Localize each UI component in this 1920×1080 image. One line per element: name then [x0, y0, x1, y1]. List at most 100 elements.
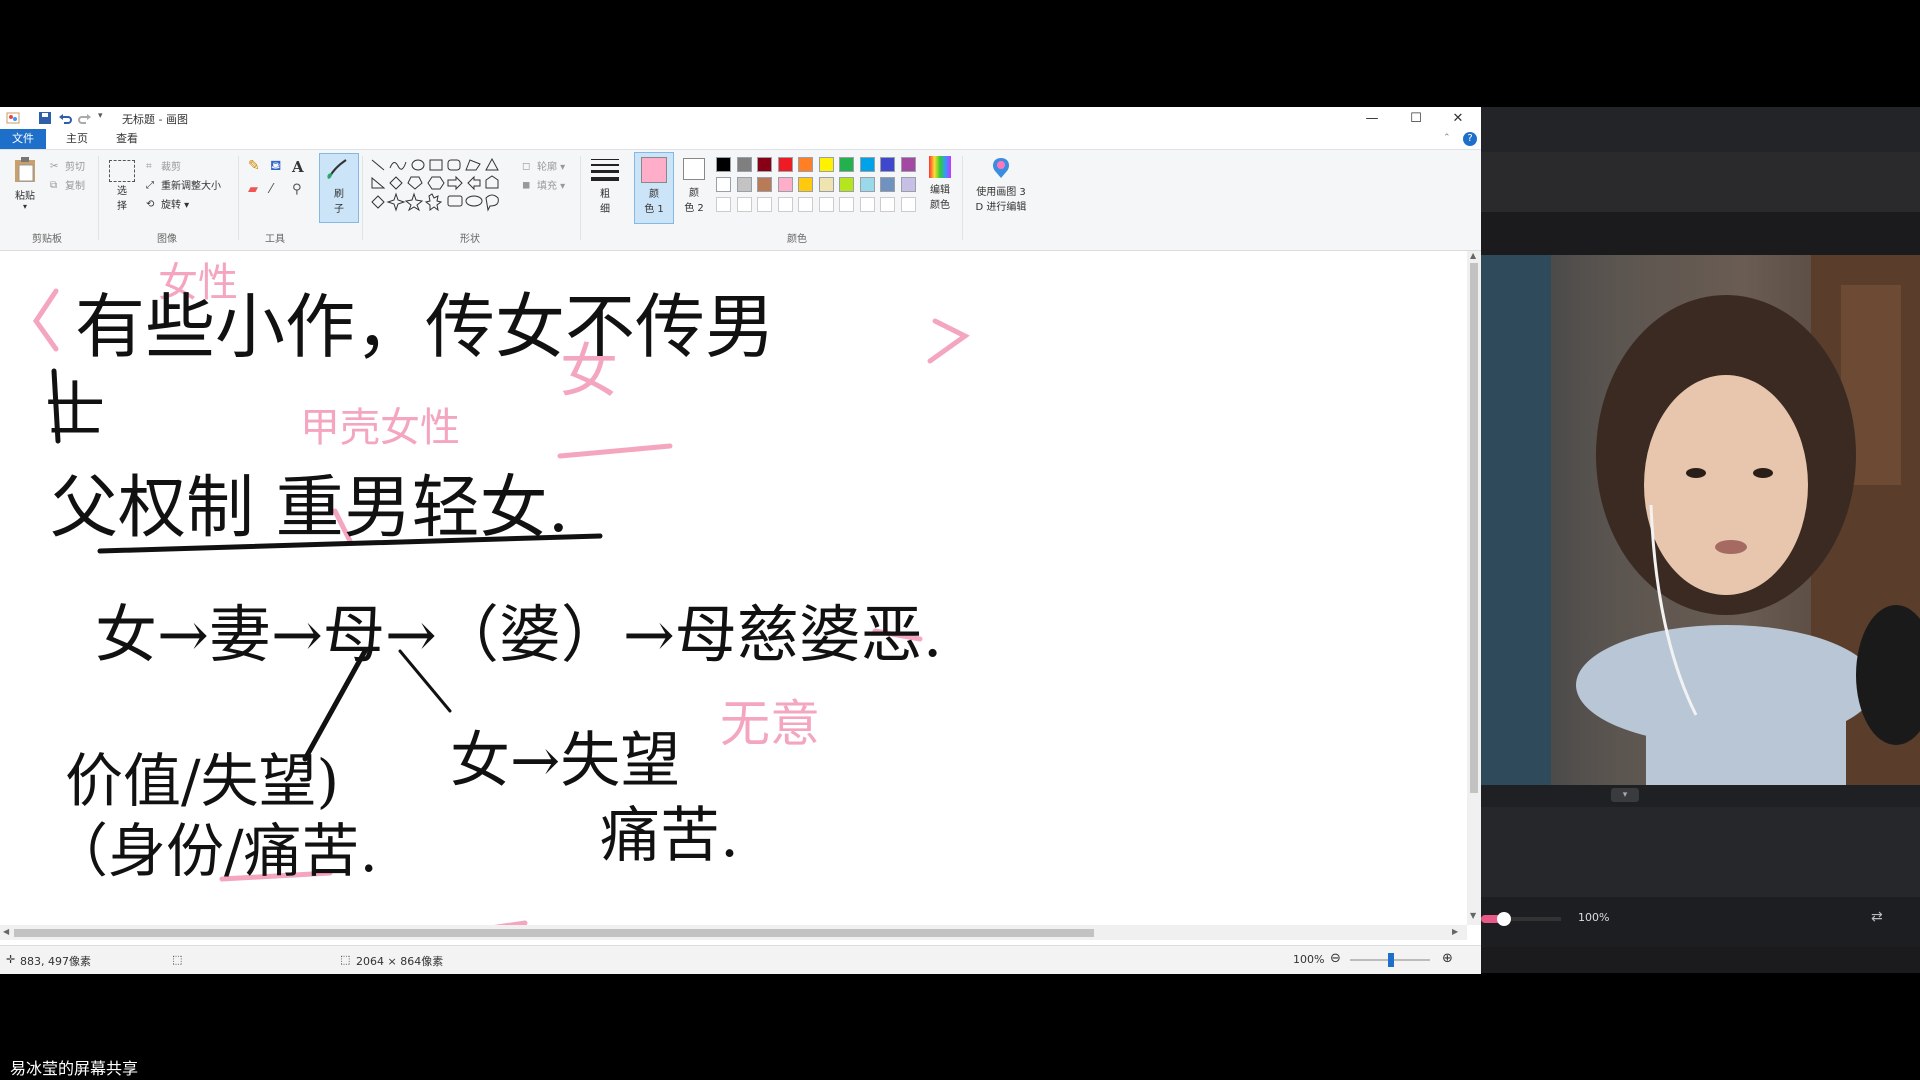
- zoom-slider-thumb[interactable]: [1388, 953, 1394, 967]
- text-tool-icon[interactable]: A: [292, 158, 304, 176]
- paint3d-button[interactable]: 使用画图 3 D 进行编辑: [968, 156, 1034, 213]
- edit-colors-label-1: 编辑: [930, 185, 950, 196]
- close-button[interactable]: ✕: [1435, 107, 1481, 129]
- palette-swatch-empty[interactable]: [859, 197, 875, 212]
- palette-swatch[interactable]: [880, 157, 895, 172]
- tab-file[interactable]: 文件: [0, 129, 46, 149]
- window-title: 无标题 - 画图: [122, 113, 188, 126]
- crop-icon: ⌗: [146, 161, 152, 172]
- undo-icon[interactable]: [58, 111, 72, 125]
- maximize-button[interactable]: ☐: [1393, 107, 1439, 129]
- pencil-icon[interactable]: ✎: [248, 158, 260, 174]
- palette-swatch-empty[interactable]: [839, 197, 854, 212]
- horizontal-scrollbar[interactable]: ◀ ▶: [0, 925, 1467, 940]
- brushes-button[interactable]: 刷 子: [319, 153, 359, 223]
- volume-level: 100%: [1578, 911, 1610, 924]
- group-label-tools: 工具: [265, 234, 285, 245]
- palette-swatch-empty[interactable]: [716, 197, 731, 212]
- palette-swatch[interactable]: [859, 157, 875, 172]
- separator: [962, 156, 963, 240]
- stream-area: [1481, 807, 1920, 897]
- select-label-2: 择: [117, 201, 127, 212]
- palette-swatch[interactable]: [880, 177, 895, 192]
- palette-swatch[interactable]: [716, 157, 731, 172]
- horizontal-scroll-thumb[interactable]: [14, 929, 1094, 937]
- edit-colors-button[interactable]: 编辑 颜色: [924, 156, 956, 211]
- palette-swatch[interactable]: [736, 177, 752, 192]
- palette-swatch[interactable]: [900, 177, 916, 192]
- palette-swatch-empty[interactable]: [818, 197, 834, 212]
- palette-swatch[interactable]: [839, 177, 854, 192]
- color2-button[interactable]: 颜 色 2: [676, 152, 712, 222]
- palette-swatch[interactable]: [757, 157, 772, 172]
- color-picker-icon[interactable]: ⁄: [270, 182, 272, 197]
- copy-button[interactable]: ⧉ 复制: [50, 177, 85, 192]
- resize-button[interactable]: ⤢ 重新调整大小: [146, 177, 221, 192]
- palette-swatch-empty[interactable]: [900, 197, 916, 212]
- vertical-scrollbar[interactable]: ▲ ▼: [1467, 251, 1481, 925]
- crop-button[interactable]: ⌗ 裁剪: [146, 158, 181, 173]
- group-label-colors: 颜色: [787, 234, 807, 245]
- zoom-in-icon[interactable]: ⊕: [1442, 951, 1453, 966]
- pink-annotation-scribble: 甲壳女性: [300, 405, 460, 451]
- palette-swatch-empty[interactable]: [777, 197, 793, 212]
- palette-swatch-empty[interactable]: [798, 197, 813, 212]
- tab-view[interactable]: 查看: [106, 129, 148, 149]
- tab-home[interactable]: 主页: [56, 129, 98, 149]
- paint-window: ▾ 无标题 - 画图 — ☐ ✕ 文件 主页 查看 ⌃ ? 粘贴 ▾ ✂ 剪切 ⧉…: [0, 107, 1481, 974]
- paste-button[interactable]: 粘贴 ▾: [10, 156, 40, 211]
- collapse-ribbon-icon[interactable]: ⌃: [1443, 133, 1451, 143]
- help-icon[interactable]: ?: [1463, 132, 1477, 146]
- ribbon: 粘贴 ▾ ✂ 剪切 ⧉ 复制 剪贴板 选 择 ⌗ 裁剪 ⤢ 重新调整大小 ⟲ 旋转 ▾ 图…: [0, 150, 1481, 251]
- zoom-slider[interactable]: [1350, 953, 1430, 967]
- palette-swatch[interactable]: [818, 177, 834, 192]
- size-button[interactable]: 粗 细: [588, 156, 622, 215]
- fill-shape-button[interactable]: ◼ 填充 ▾: [522, 177, 565, 192]
- palette-swatch-empty[interactable]: [880, 197, 895, 212]
- palette-swatch[interactable]: [777, 157, 793, 172]
- outline-button[interactable]: ◻ 轮廓 ▾: [522, 158, 565, 173]
- color1-button[interactable]: 颜 色 1: [634, 152, 674, 224]
- select-button[interactable]: 选 择: [107, 160, 137, 212]
- eraser-icon[interactable]: ▰: [248, 182, 258, 197]
- palette-swatch[interactable]: [777, 177, 793, 192]
- redo-icon[interactable]: [78, 111, 92, 125]
- vertical-scroll-thumb[interactable]: [1470, 263, 1478, 793]
- volume-thumb[interactable]: [1497, 912, 1511, 926]
- handwriting-line-2: 父权制 重男轻女.: [50, 469, 569, 548]
- scroll-right-icon[interactable]: ▶: [1452, 927, 1458, 936]
- fill-icon[interactable]: ⛾: [270, 158, 281, 176]
- rotate-button[interactable]: ⟲ 旋转 ▾: [146, 196, 189, 211]
- switch-icon[interactable]: ⇄: [1871, 909, 1883, 925]
- palette-swatch[interactable]: [736, 157, 752, 172]
- scroll-down-icon[interactable]: ▼: [1470, 911, 1476, 920]
- color1-label-1: 颜: [649, 189, 659, 200]
- minimize-button[interactable]: —: [1349, 107, 1395, 129]
- palette-swatch[interactable]: [839, 157, 854, 172]
- volume-track[interactable]: [1511, 917, 1561, 921]
- palette-swatch[interactable]: [900, 157, 916, 172]
- customize-qat-icon[interactable]: ▾: [98, 111, 112, 125]
- webcam-video: [1481, 255, 1920, 785]
- scroll-up-icon[interactable]: ▲: [1470, 251, 1476, 260]
- palette-swatch[interactable]: [716, 177, 731, 192]
- palette-swatch[interactable]: [798, 157, 813, 172]
- scroll-left-icon[interactable]: ◀: [3, 927, 9, 936]
- palette-swatch-empty[interactable]: [736, 197, 752, 212]
- palette-swatch[interactable]: [798, 177, 813, 192]
- save-icon[interactable]: [38, 111, 52, 125]
- palette-swatch[interactable]: [818, 157, 834, 172]
- drawing-canvas[interactable]: 女性 有些小作，传女不传男 女 士 甲壳女性 父权制 重男轻女. 女→妻→母→（…: [0, 251, 1467, 925]
- brushes-label-2: 子: [334, 204, 344, 215]
- cut-button[interactable]: ✂ 剪切: [50, 158, 85, 173]
- shapes-gallery[interactable]: [370, 156, 505, 220]
- palette-swatch-empty[interactable]: [757, 197, 772, 212]
- pink-annotation-lower: 无意: [720, 695, 820, 753]
- zoom-out-icon[interactable]: ⊖: [1330, 951, 1341, 966]
- palette-swatch[interactable]: [757, 177, 772, 192]
- collapse-icon[interactable]: ▾: [1611, 788, 1639, 802]
- palette-swatch[interactable]: [859, 177, 875, 192]
- rotate-icon: ⟲: [146, 199, 155, 210]
- paint3d-label-2: D 进行编辑: [975, 202, 1027, 213]
- magnifier-icon[interactable]: ⚲: [292, 182, 302, 197]
